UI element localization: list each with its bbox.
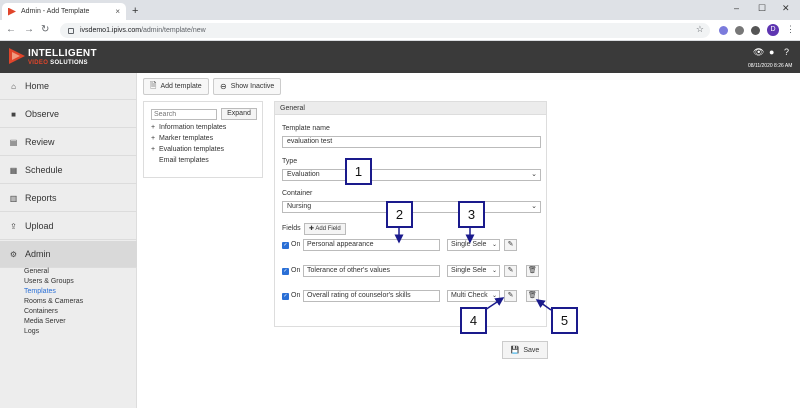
callout-1: 1 [345,158,372,185]
arrow-5 [535,299,552,311]
callout-3: 3 [458,201,485,228]
arrow-4 [484,297,505,311]
callout-5: 5 [551,307,578,334]
callout-2: 2 [386,201,413,228]
callout-4: 4 [460,307,487,334]
